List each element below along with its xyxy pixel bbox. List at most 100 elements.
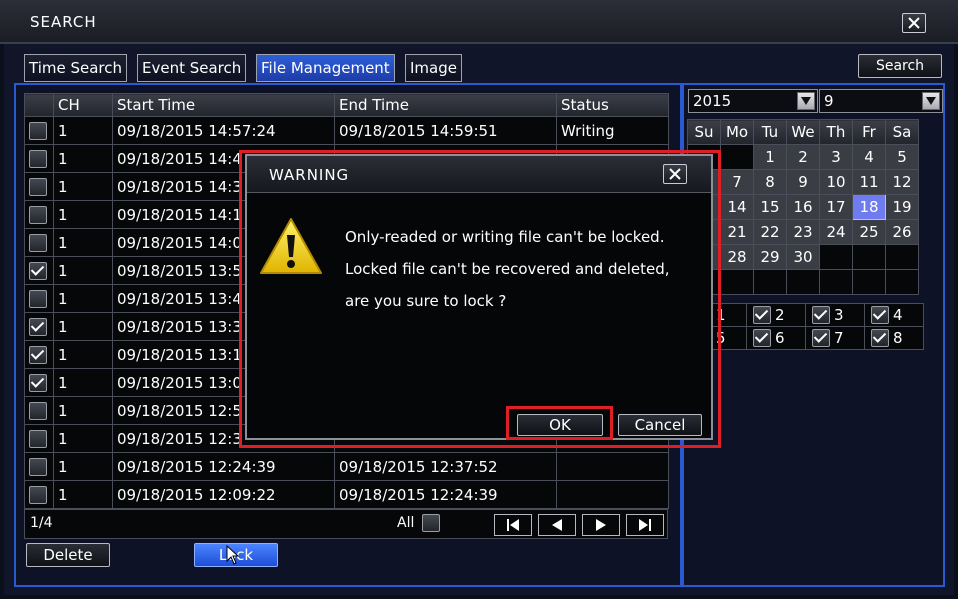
calendar-empty-cell	[852, 244, 886, 270]
cell-ch: 1	[53, 480, 113, 509]
table-row[interactable]: 1 09/18/2015 12:09:22 09/18/2015 12:24:39	[24, 480, 669, 509]
row-checkbox[interactable]	[29, 401, 47, 420]
calendar-day[interactable]: 3	[819, 144, 853, 170]
table-row[interactable]: 1 09/18/2015 14:57:24 09/18/2015 14:59:51 W…	[24, 116, 669, 145]
cell-ch: 1	[53, 312, 113, 341]
channel-label: 4	[893, 305, 903, 324]
channel-checkbox[interactable]	[871, 329, 889, 348]
cell-ch: 1	[53, 144, 113, 173]
calendar-day[interactable]: 14	[720, 194, 754, 220]
weekday-header: Tu	[753, 119, 787, 145]
calendar-day[interactable]: 24	[819, 219, 853, 245]
tab-image[interactable]: Image	[405, 54, 462, 82]
calendar-day[interactable]: 21	[720, 219, 754, 245]
cell-ch: 1	[53, 116, 113, 145]
cancel-button[interactable]: Cancel	[618, 414, 702, 436]
cell-end-time: 09/18/2015 12:37:52	[334, 452, 557, 481]
cell-status	[556, 480, 669, 509]
cell-ch: 1	[53, 424, 113, 453]
calendar-empty-cell	[819, 244, 853, 270]
cell-ch: 1	[53, 284, 113, 313]
row-checkbox[interactable]	[29, 177, 47, 196]
calendar-day[interactable]: 26	[885, 219, 919, 245]
row-checkbox[interactable]	[29, 317, 47, 336]
dialog-close-button[interactable]	[663, 164, 687, 184]
row-select-cell	[24, 284, 54, 313]
delete-button[interactable]: Delete	[26, 543, 110, 567]
channel-option[interactable]: 2	[746, 303, 806, 327]
tab-event-search[interactable]: Event Search	[137, 54, 247, 82]
calendar-week: 27282930	[687, 244, 919, 270]
channel-checkbox[interactable]	[812, 306, 830, 325]
last-page-button[interactable]	[626, 514, 664, 536]
calendar-day[interactable]: 30	[786, 244, 820, 270]
calendar-day[interactable]: 7	[720, 169, 754, 195]
row-checkbox[interactable]	[29, 345, 47, 364]
calendar-day[interactable]: 4	[852, 144, 886, 170]
calendar-day[interactable]: 2	[786, 144, 820, 170]
tab-time-search[interactable]: Time Search	[24, 54, 128, 82]
row-checkbox[interactable]	[29, 289, 47, 308]
calendar-day[interactable]: 9	[786, 169, 820, 195]
calendar-day[interactable]: 22	[753, 219, 787, 245]
dialog-title: WARNING	[269, 166, 350, 184]
calendar-day[interactable]: 1	[753, 144, 787, 170]
month-dropdown-arrow[interactable]	[922, 92, 940, 110]
month-select[interactable]: 9	[819, 89, 943, 113]
calendar-weekdays: Su Mo Tu We Th Fr Sa	[687, 119, 919, 145]
tab-file-management[interactable]: File Management	[256, 54, 395, 82]
calendar-day[interactable]: 16	[786, 194, 820, 220]
calendar-day[interactable]: 12	[885, 169, 919, 195]
channel-option[interactable]: 7	[805, 326, 865, 350]
calendar-day[interactable]: 19	[885, 194, 919, 220]
channel-checkbox[interactable]	[812, 329, 830, 348]
row-select-cell	[24, 480, 54, 509]
row-checkbox[interactable]	[29, 149, 47, 168]
search-button[interactable]: Search	[858, 54, 942, 78]
calendar-day[interactable]: 15	[753, 194, 787, 220]
previous-page-button[interactable]	[538, 514, 576, 536]
channel-option[interactable]: 6	[746, 326, 806, 350]
row-checkbox[interactable]	[29, 373, 47, 392]
month-value: 9	[824, 92, 834, 110]
row-checkbox[interactable]	[29, 429, 47, 448]
calendar-day[interactable]: 11	[852, 169, 886, 195]
channel-checkbox[interactable]	[753, 306, 771, 325]
calendar-week: 6789101112	[687, 169, 919, 195]
calendar-day[interactable]: 8	[753, 169, 787, 195]
channel-checkbox[interactable]	[753, 329, 771, 348]
tab-label: Time Search	[29, 59, 123, 77]
year-select[interactable]: 2015	[688, 89, 818, 113]
channel-option[interactable]: 8	[864, 326, 924, 350]
column-header-ch: CH	[53, 93, 113, 117]
row-checkbox[interactable]	[29, 121, 47, 140]
calendar-day[interactable]: 25	[852, 219, 886, 245]
calendar-day[interactable]: 23	[786, 219, 820, 245]
row-checkbox[interactable]	[29, 457, 47, 476]
table-row[interactable]: 1 09/18/2015 12:24:39 09/18/2015 12:37:52	[24, 452, 669, 481]
row-checkbox[interactable]	[29, 205, 47, 224]
channel-option[interactable]: 4	[864, 303, 924, 327]
channel-option[interactable]: 3	[805, 303, 865, 327]
first-page-button[interactable]	[494, 514, 532, 536]
calendar-day[interactable]: 29	[753, 244, 787, 270]
weekday-header: Fr	[852, 119, 886, 145]
select-all-checkbox[interactable]	[422, 514, 440, 532]
calendar-day[interactable]: 18	[852, 194, 886, 220]
calendar-week: 13141516171819	[687, 194, 919, 220]
weekday-header: Th	[819, 119, 853, 145]
calendar-day[interactable]: 10	[819, 169, 853, 195]
cell-end-time: 09/18/2015 12:24:39	[334, 480, 557, 509]
close-window-button[interactable]	[902, 13, 926, 33]
weekday-header: Mo	[720, 119, 754, 145]
calendar-day[interactable]: 17	[819, 194, 853, 220]
channel-checkbox[interactable]	[871, 306, 889, 325]
year-dropdown-arrow[interactable]	[797, 92, 815, 110]
next-page-button[interactable]	[582, 514, 620, 536]
row-checkbox[interactable]	[29, 485, 47, 504]
weekday-header: We	[786, 119, 820, 145]
row-checkbox[interactable]	[29, 233, 47, 252]
calendar-day[interactable]: 5	[885, 144, 919, 170]
row-checkbox[interactable]	[29, 261, 47, 280]
calendar-day[interactable]: 28	[720, 244, 754, 270]
